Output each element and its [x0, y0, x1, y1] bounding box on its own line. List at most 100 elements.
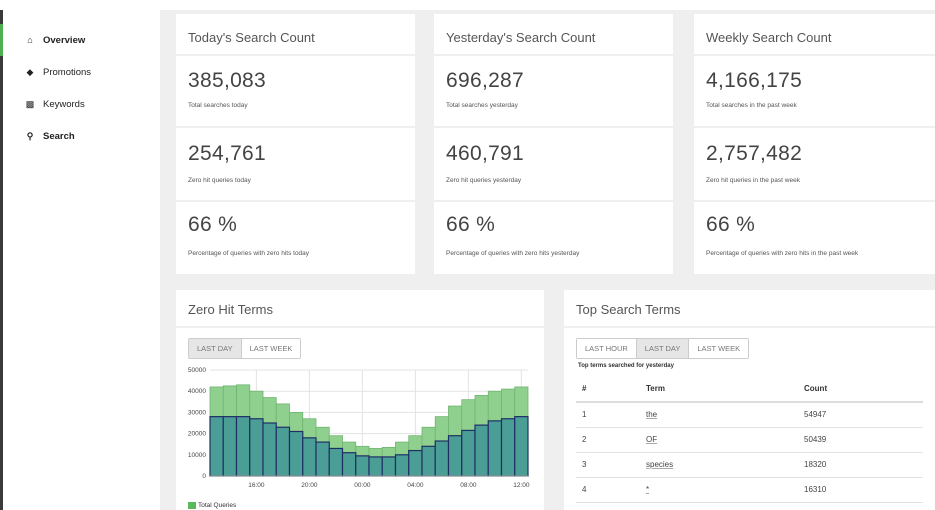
sidebar-item-overview[interactable]: ⌂ Overview [0, 24, 160, 56]
last-day-button[interactable]: LAST DAY [636, 339, 690, 358]
term-link[interactable]: OF [646, 435, 657, 444]
sidebar-item-label: Keywords [43, 98, 85, 110]
zero-hit-bar [394, 454, 410, 477]
term-link[interactable]: * [646, 485, 649, 494]
zero-hit-label: Zero hit queries in the past week [706, 177, 800, 184]
term-link[interactable]: the [646, 410, 657, 419]
top-bar [0, 0, 935, 10]
zero-hit-bar [487, 420, 503, 477]
term-link[interactable]: species [646, 460, 673, 469]
zero-hit-terms-panel: Zero Hit Terms LAST DAY LAST WEEK 0 10000… [176, 290, 544, 510]
sidebar-item-label: Search [43, 130, 75, 142]
total-searches-value: 385,083 [188, 69, 267, 92]
col-header-count: Count [804, 376, 923, 403]
zero-hit-bar [302, 437, 317, 477]
divider [564, 326, 935, 328]
last-week-button[interactable]: LAST WEEK [241, 339, 301, 358]
zero-hit-percent-value: 66 % [188, 213, 238, 236]
zero-hit-range-toggle: LAST DAY LAST WEEK [188, 338, 302, 359]
divider [694, 126, 935, 128]
y-tick-label: 50000 [188, 367, 206, 374]
zero-hit-value: 254,761 [188, 142, 267, 165]
zero-hit-bar [341, 452, 357, 477]
legend-label: Total Queries [198, 502, 237, 509]
zero-hit-bar [288, 430, 304, 477]
legend-swatch-total-queries [188, 502, 196, 509]
zero-hit-bar [514, 416, 529, 477]
term-cell: OF [646, 427, 804, 453]
divider [434, 54, 673, 56]
zero-hit-bar [235, 416, 251, 477]
weekly-stats-panel: Weekly Search Count 4,166,175 Total sear… [694, 14, 935, 274]
zero-hit-bar [368, 456, 383, 477]
panel-title: Weekly Search Count [706, 30, 832, 45]
divider [176, 126, 415, 128]
panel-title: Top Search Terms [576, 302, 681, 317]
yesterday-stats-panel: Yesterday's Search Count 696,287 Total s… [434, 14, 673, 274]
zero-hit-bar [328, 447, 344, 477]
sidebar-item-promotions[interactable]: ◆ Promotions [3, 56, 160, 88]
zero-hit-bar [249, 418, 264, 477]
zero-hit-label: Zero hit queries yesterday [446, 177, 522, 184]
zero-hit-chart: 0 10000 20000 30000 40000 50000 16:00 20:00 00:0… [188, 367, 530, 489]
panel-title: Yesterday's Search Count [446, 30, 596, 45]
table-row: 2 OF 50439 [576, 427, 923, 453]
sidebar: ⌂ Overview ◆ Promotions ▩ Keywords ⚲ Sea… [0, 10, 160, 510]
total-searches-label: Total searches yesterday [446, 102, 518, 109]
count-cell: 50439 [804, 427, 923, 453]
count-cell: 54947 [804, 402, 923, 428]
last-day-button[interactable]: LAST DAY [189, 339, 242, 358]
zero-hit-value: 2,757,482 [706, 142, 803, 165]
total-searches-label: Total searches in the past week [706, 102, 797, 109]
zero-hit-bar [381, 456, 397, 477]
panel-title: Zero Hit Terms [188, 302, 273, 317]
count-cell: 18320 [804, 452, 923, 478]
x-tick-label: 04:00 [407, 482, 424, 489]
y-tick-label: 0 [202, 473, 206, 480]
term-cell: the [646, 402, 804, 428]
zero-hit-bar [222, 416, 238, 477]
last-hour-button[interactable]: LAST HOUR [577, 339, 637, 358]
rank-cell: 1 [576, 402, 646, 428]
zero-hit-bar [474, 424, 489, 477]
search-icon: ⚲ [26, 130, 34, 141]
x-tick-label: 12:00 [513, 482, 530, 489]
x-tick-label: 08:00 [460, 482, 477, 489]
panel-title: Today's Search Count [188, 30, 315, 45]
zero-hit-bar [209, 416, 224, 477]
zero-hit-bar [421, 445, 436, 477]
divider [434, 200, 673, 202]
tag-icon: ◆ [26, 66, 34, 77]
sidebar-item-search[interactable]: ⚲ Search [3, 120, 160, 152]
zero-hit-bar [461, 429, 476, 477]
col-header-rank: # [576, 376, 646, 403]
last-week-button[interactable]: LAST WEEK [689, 339, 749, 358]
y-tick-label: 20000 [188, 431, 206, 438]
sidebar-item-keywords[interactable]: ▩ Keywords [3, 88, 160, 120]
zero-hit-bar [315, 441, 330, 477]
x-tick-label: 20:00 [301, 482, 318, 489]
divider [176, 54, 415, 56]
total-searches-value: 696,287 [446, 69, 525, 92]
zero-hit-bar [447, 435, 463, 477]
total-searches-value: 4,166,175 [706, 69, 803, 92]
table-row: 4 * 16310 [576, 477, 923, 503]
zero-hit-bar [500, 418, 516, 477]
x-tick-label: 00:00 [354, 482, 371, 489]
table-row: 1 the 54947 [576, 402, 923, 428]
zero-hit-percent-label: Percentage of queries with zero hits in … [706, 250, 859, 257]
home-icon: ⌂ [27, 35, 33, 45]
divider [694, 54, 935, 56]
y-tick-label: 40000 [188, 388, 206, 395]
y-tick-label: 10000 [188, 452, 206, 459]
zero-hit-bar [275, 426, 291, 477]
zero-hit-bar [408, 449, 423, 477]
table-caption: Top terms searched for yesterday [578, 363, 674, 369]
sidebar-item-label: Overview [43, 34, 86, 46]
term-cell: * [646, 477, 804, 503]
top-terms-table: # Term Count 1 the 54947 2 OF 50439 3 sp… [576, 376, 923, 503]
zero-hit-percent-value: 66 % [446, 213, 496, 236]
rank-cell: 2 [576, 427, 646, 453]
rank-cell: 4 [576, 477, 646, 503]
zero-hit-label: Zero hit queries today [188, 177, 251, 184]
